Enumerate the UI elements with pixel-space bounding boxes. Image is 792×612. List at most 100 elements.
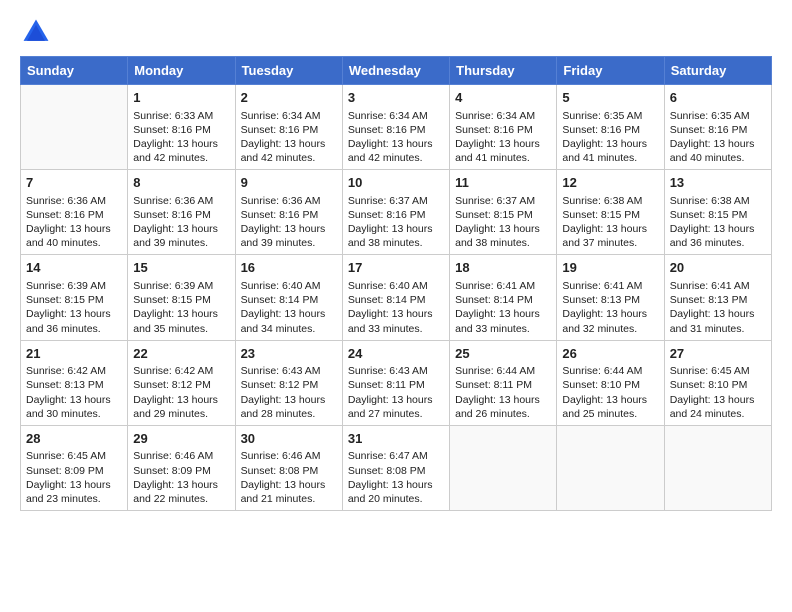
- sunrise-text: Sunrise: 6:40 AM: [348, 279, 444, 293]
- sunrise-text: Sunrise: 6:44 AM: [455, 364, 551, 378]
- sunset-text: Sunset: 8:14 PM: [455, 293, 551, 307]
- sunrise-text: Sunrise: 6:33 AM: [133, 109, 229, 123]
- calendar-cell: 25Sunrise: 6:44 AMSunset: 8:11 PMDayligh…: [450, 340, 557, 425]
- daylight-text: Daylight: 13 hours and 41 minutes.: [455, 137, 551, 165]
- day-number: 8: [133, 174, 229, 192]
- day-header-saturday: Saturday: [664, 57, 771, 85]
- sunrise-text: Sunrise: 6:37 AM: [348, 194, 444, 208]
- calendar-cell: 13 Sunrise: 6:38 AMSunset: 8:15 PMDayligh…: [664, 170, 771, 255]
- day-number: 5: [562, 89, 658, 107]
- daylight-text: Daylight: 13 hours and 25 minutes.: [562, 393, 658, 421]
- daylight-text: Daylight: 13 hours and 35 minutes.: [133, 307, 229, 335]
- sunset-text: Sunset: 8:15 PM: [133, 293, 229, 307]
- sunrise-text: Sunrise: 6:35 AM: [562, 109, 658, 123]
- sunset-text: Sunset: 8:16 PM: [26, 208, 122, 222]
- sunrise-text: Sunrise: 6:36 AM: [26, 194, 122, 208]
- daylight-text: Daylight: 13 hours and 36 minutes.: [670, 222, 766, 250]
- page-header: [20, 16, 772, 48]
- logo: [20, 16, 56, 48]
- daylight-text: Daylight: 13 hours and 32 minutes.: [562, 307, 658, 335]
- daylight-text: Daylight: 13 hours and 39 minutes.: [241, 222, 337, 250]
- day-number: 31: [348, 430, 444, 448]
- daylight-text: Daylight: 13 hours and 38 minutes.: [455, 222, 551, 250]
- calendar-cell: 4Sunrise: 6:34 AMSunset: 8:16 PMDaylight…: [450, 85, 557, 170]
- logo-icon: [20, 16, 52, 48]
- sunset-text: Sunset: 8:14 PM: [241, 293, 337, 307]
- sunrise-text: Sunrise: 6:41 AM: [670, 279, 766, 293]
- sunrise-text: Sunrise: 6:43 AM: [348, 364, 444, 378]
- calendar-cell: 20Sunrise: 6:41 AMSunset: 8:13 PMDayligh…: [664, 255, 771, 340]
- calendar-cell: 19Sunrise: 6:41 AMSunset: 8:13 PMDayligh…: [557, 255, 664, 340]
- sunset-text: Sunset: 8:11 PM: [348, 378, 444, 392]
- day-number: 13: [670, 174, 766, 192]
- calendar-week-row: 21Sunrise: 6:42 AMSunset: 8:13 PMDayligh…: [21, 340, 772, 425]
- day-number: 18: [455, 259, 551, 277]
- day-number: 27: [670, 345, 766, 363]
- daylight-text: Daylight: 13 hours and 36 minutes.: [26, 307, 122, 335]
- calendar-week-row: 28Sunrise: 6:45 AMSunset: 8:09 PMDayligh…: [21, 425, 772, 510]
- sunrise-text: Sunrise: 6:42 AM: [26, 364, 122, 378]
- sunrise-text: Sunrise: 6:34 AM: [455, 109, 551, 123]
- sunset-text: Sunset: 8:16 PM: [133, 208, 229, 222]
- calendar-cell: 21Sunrise: 6:42 AMSunset: 8:13 PMDayligh…: [21, 340, 128, 425]
- calendar-cell: 6Sunrise: 6:35 AMSunset: 8:16 PMDaylight…: [664, 85, 771, 170]
- day-number: 3: [348, 89, 444, 107]
- day-number: 10: [348, 174, 444, 192]
- daylight-text: Daylight: 13 hours and 34 minutes.: [241, 307, 337, 335]
- sunset-text: Sunset: 8:09 PM: [26, 464, 122, 478]
- calendar-cell: 9Sunrise: 6:36 AMSunset: 8:16 PMDaylight…: [235, 170, 342, 255]
- calendar-table: SundayMondayTuesdayWednesdayThursdayFrid…: [20, 56, 772, 511]
- sunrise-text: Sunrise: 6:42 AM: [133, 364, 229, 378]
- sunrise-text: Sunrise: 6:45 AM: [26, 449, 122, 463]
- sunset-text: Sunset: 8:13 PM: [26, 378, 122, 392]
- sunset-text: Sunset: 8:15 PM: [26, 293, 122, 307]
- day-number: 11: [455, 174, 551, 192]
- daylight-text: Daylight: 13 hours and 38 minutes.: [348, 222, 444, 250]
- sunset-text: Sunset: 8:10 PM: [562, 378, 658, 392]
- day-number: 7: [26, 174, 122, 192]
- calendar-cell: 10 Sunrise: 6:37 AMSunset: 8:16 PMDayligh…: [342, 170, 449, 255]
- sunrise-text: Sunrise: 6:43 AM: [241, 364, 337, 378]
- calendar-cell: 1Sunrise: 6:33 AMSunset: 8:16 PMDaylight…: [128, 85, 235, 170]
- calendar-cell: [664, 425, 771, 510]
- day-number: 9: [241, 174, 337, 192]
- sunset-text: Sunset: 8:16 PM: [562, 123, 658, 137]
- sunrise-text: Sunrise: 6:39 AM: [133, 279, 229, 293]
- daylight-text: Daylight: 13 hours and 39 minutes.: [133, 222, 229, 250]
- sunrise-text: Sunrise: 6:41 AM: [562, 279, 658, 293]
- sunset-text: Sunset: 8:15 PM: [670, 208, 766, 222]
- calendar-cell: 5 Sunrise: 6:35 AMSunset: 8:16 PMDaylight…: [557, 85, 664, 170]
- calendar-cell: [21, 85, 128, 170]
- day-header-monday: Monday: [128, 57, 235, 85]
- daylight-text: Daylight: 13 hours and 20 minutes.: [348, 478, 444, 506]
- sunrise-text: Sunrise: 6:46 AM: [133, 449, 229, 463]
- calendar-cell: 23Sunrise: 6:43 AMSunset: 8:12 PMDayligh…: [235, 340, 342, 425]
- sunset-text: Sunset: 8:16 PM: [348, 208, 444, 222]
- sunrise-text: Sunrise: 6:37 AM: [455, 194, 551, 208]
- sunset-text: Sunset: 8:15 PM: [562, 208, 658, 222]
- sunrise-text: Sunrise: 6:38 AM: [562, 194, 658, 208]
- calendar-cell: [557, 425, 664, 510]
- calendar-cell: [450, 425, 557, 510]
- day-number: 24: [348, 345, 444, 363]
- daylight-text: Daylight: 13 hours and 28 minutes.: [241, 393, 337, 421]
- sunrise-text: Sunrise: 6:38 AM: [670, 194, 766, 208]
- daylight-text: Daylight: 13 hours and 33 minutes.: [455, 307, 551, 335]
- sunrise-text: Sunrise: 6:44 AM: [562, 364, 658, 378]
- daylight-text: Daylight: 13 hours and 40 minutes.: [26, 222, 122, 250]
- sunset-text: Sunset: 8:08 PM: [241, 464, 337, 478]
- calendar-cell: 26Sunrise: 6:44 AMSunset: 8:10 PMDayligh…: [557, 340, 664, 425]
- sunset-text: Sunset: 8:14 PM: [348, 293, 444, 307]
- sunset-text: Sunset: 8:16 PM: [348, 123, 444, 137]
- calendar-cell: 29Sunrise: 6:46 AMSunset: 8:09 PMDayligh…: [128, 425, 235, 510]
- daylight-text: Daylight: 13 hours and 41 minutes.: [562, 137, 658, 165]
- sunset-text: Sunset: 8:15 PM: [455, 208, 551, 222]
- sunrise-text: Sunrise: 6:41 AM: [455, 279, 551, 293]
- day-number: 12: [562, 174, 658, 192]
- calendar-cell: 18 Sunrise: 6:41 AMSunset: 8:14 PMDayligh…: [450, 255, 557, 340]
- day-number: 14: [26, 259, 122, 277]
- daylight-text: Daylight: 13 hours and 23 minutes.: [26, 478, 122, 506]
- sunrise-text: Sunrise: 6:36 AM: [133, 194, 229, 208]
- sunset-text: Sunset: 8:11 PM: [455, 378, 551, 392]
- sunset-text: Sunset: 8:16 PM: [670, 123, 766, 137]
